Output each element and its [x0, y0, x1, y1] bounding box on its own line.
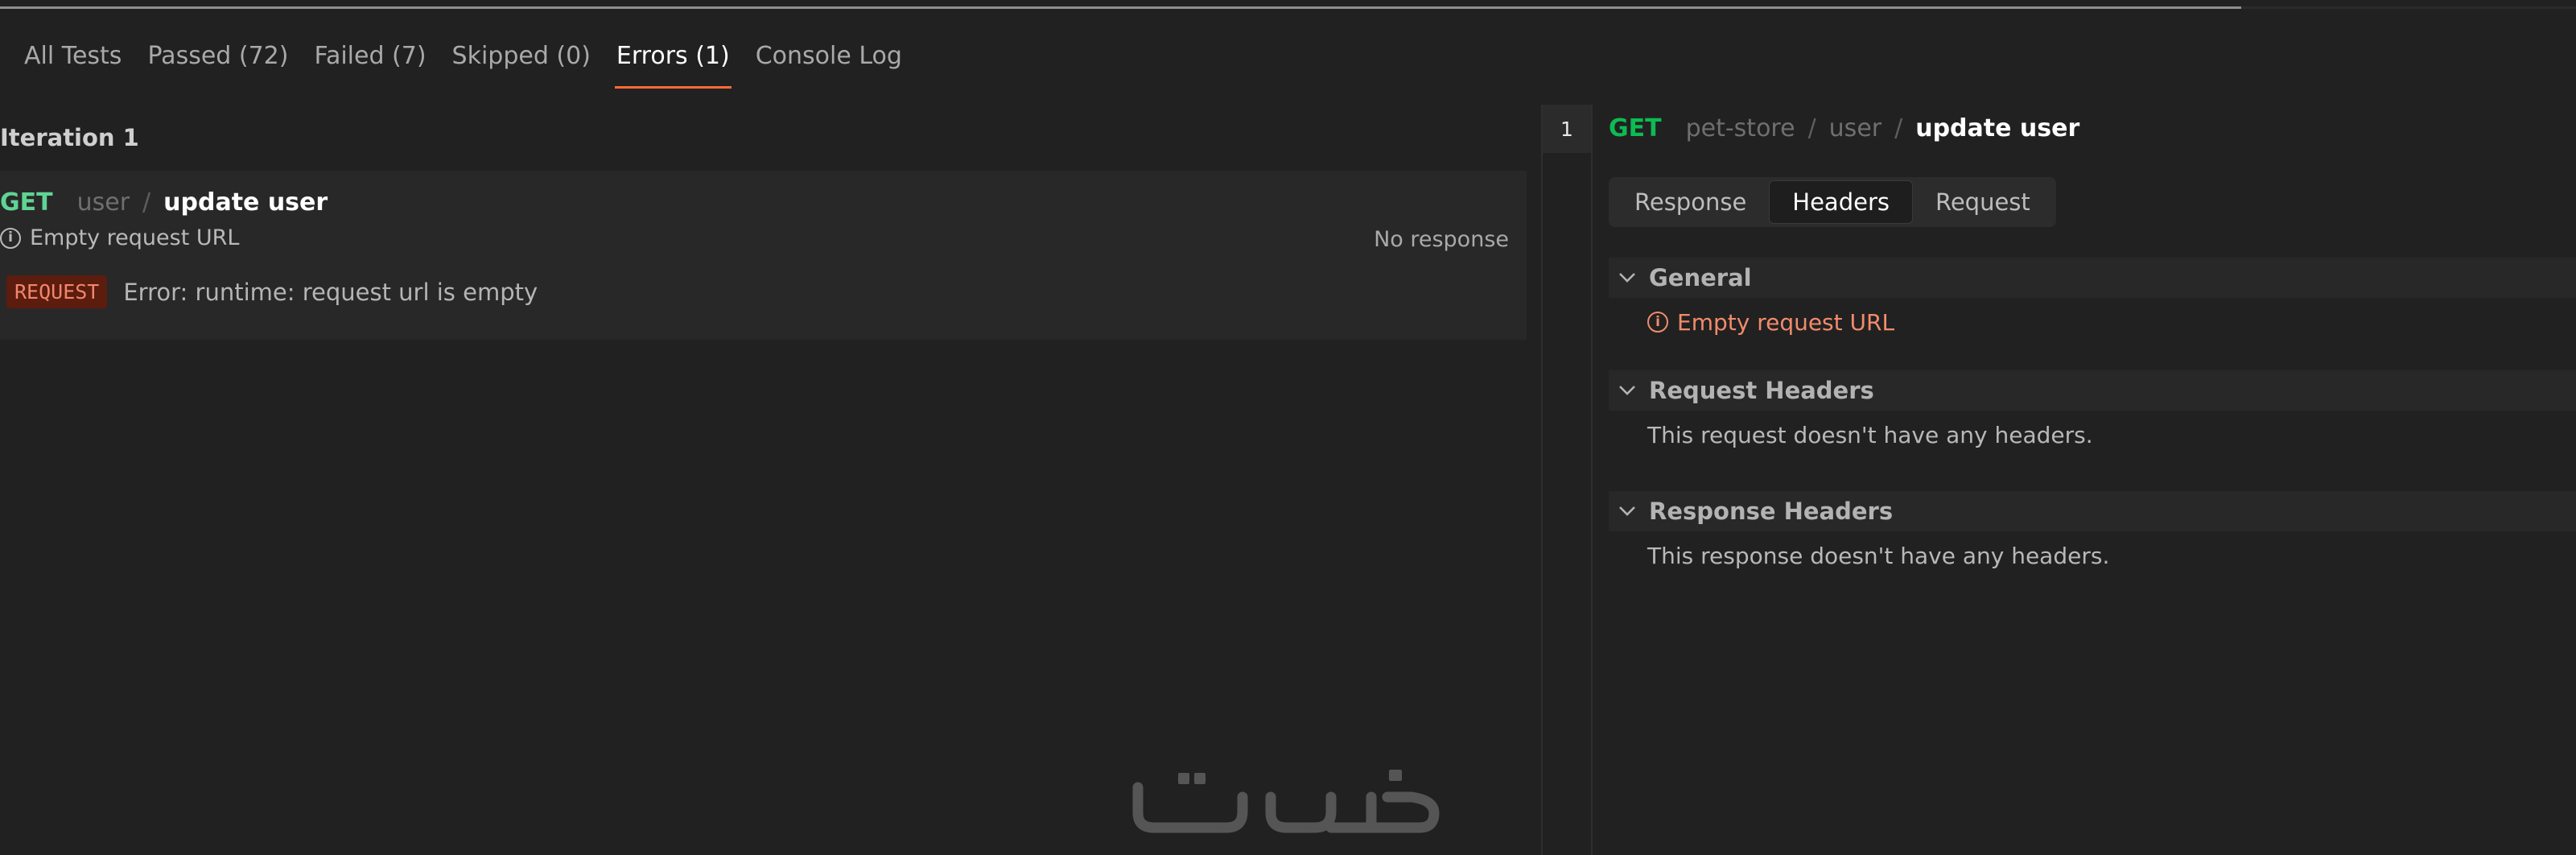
request-name[interactable]: update user — [1915, 114, 2079, 142]
request-headers-empty: This request doesn't have any headers. — [1647, 421, 2093, 448]
tab-console-log[interactable]: Console Log — [754, 32, 904, 90]
general-section: General i Empty request URL — [1609, 258, 2576, 346]
line-gutter: 1 — [1543, 105, 1593, 855]
result-message-text: Empty request URL — [30, 225, 240, 250]
watermark-logo — [1132, 770, 1440, 833]
response-headers-section: Response Headers This response doesn't h… — [1609, 491, 2576, 580]
tab-headers[interactable]: Headers — [1769, 180, 1913, 224]
error-row: REQUEST Error: runtime: request url is e… — [6, 275, 538, 308]
result-title: GET user / update user — [0, 188, 328, 217]
section-title: General — [1649, 264, 1752, 291]
general-section-toggle[interactable]: General — [1609, 258, 2576, 298]
breadcrumb-separator: / — [142, 188, 151, 217]
error-message: Error: runtime: request url is empty — [123, 278, 538, 306]
tab-request[interactable]: Request — [1913, 180, 2053, 224]
info-icon: i — [1647, 312, 1668, 332]
request-headers-section: Request Headers This request doesn't hav… — [1609, 370, 2576, 459]
response-status: No response — [1374, 227, 1509, 252]
run-progress-fill — [0, 6, 2241, 9]
request-detail-title: GET pet-store / user / update user — [1609, 114, 2079, 142]
chevron-down-icon — [1615, 378, 1639, 403]
run-progress-bar — [0, 6, 2576, 9]
section-title: Response Headers — [1649, 498, 1894, 525]
breadcrumb-separator: / — [1894, 114, 1903, 142]
breadcrumb-folder: user — [76, 188, 130, 217]
line-number: 1 — [1543, 105, 1591, 153]
chevron-down-icon — [1615, 499, 1639, 523]
detail-view-switcher: Response Headers Request — [1609, 177, 2056, 227]
response-headers-empty: This response doesn't have any headers. — [1647, 542, 2110, 569]
results-tabbar: All Tests Passed (72) Failed (7) Skipped… — [0, 32, 904, 90]
tab-errors[interactable]: Errors (1) — [614, 32, 732, 90]
tab-all-tests[interactable]: All Tests — [23, 32, 123, 90]
response-headers-toggle[interactable]: Response Headers — [1609, 491, 2576, 531]
section-title: Request Headers — [1649, 377, 1874, 404]
general-error-text: Empty request URL — [1677, 308, 1895, 336]
method-badge: GET — [0, 188, 53, 217]
info-icon: i — [0, 227, 21, 249]
chevron-down-icon — [1615, 266, 1639, 290]
result-item[interactable]: GET user / update user i Empty request U… — [0, 171, 1527, 340]
general-error: i Empty request URL — [1609, 298, 2576, 346]
tab-response[interactable]: Response — [1612, 180, 1769, 224]
result-message: i Empty request URL — [0, 225, 239, 250]
method-badge: GET — [1609, 114, 1662, 142]
request-error-badge: REQUEST — [6, 275, 108, 308]
request-headers-toggle[interactable]: Request Headers — [1609, 370, 2576, 411]
iteration-heading: Iteration 1 — [0, 124, 139, 151]
tab-skipped[interactable]: Skipped (0) — [451, 32, 592, 90]
results-list-panel: Iteration 1 GET user / update user i Emp… — [0, 113, 1527, 855]
tab-passed[interactable]: Passed (72) — [146, 32, 290, 90]
request-name[interactable]: update user — [163, 188, 328, 217]
tab-failed[interactable]: Failed (7) — [312, 32, 427, 90]
breadcrumb-separator: / — [1807, 114, 1816, 142]
breadcrumb-folder[interactable]: user — [1829, 114, 1882, 142]
breadcrumb-collection[interactable]: pet-store — [1686, 114, 1795, 142]
